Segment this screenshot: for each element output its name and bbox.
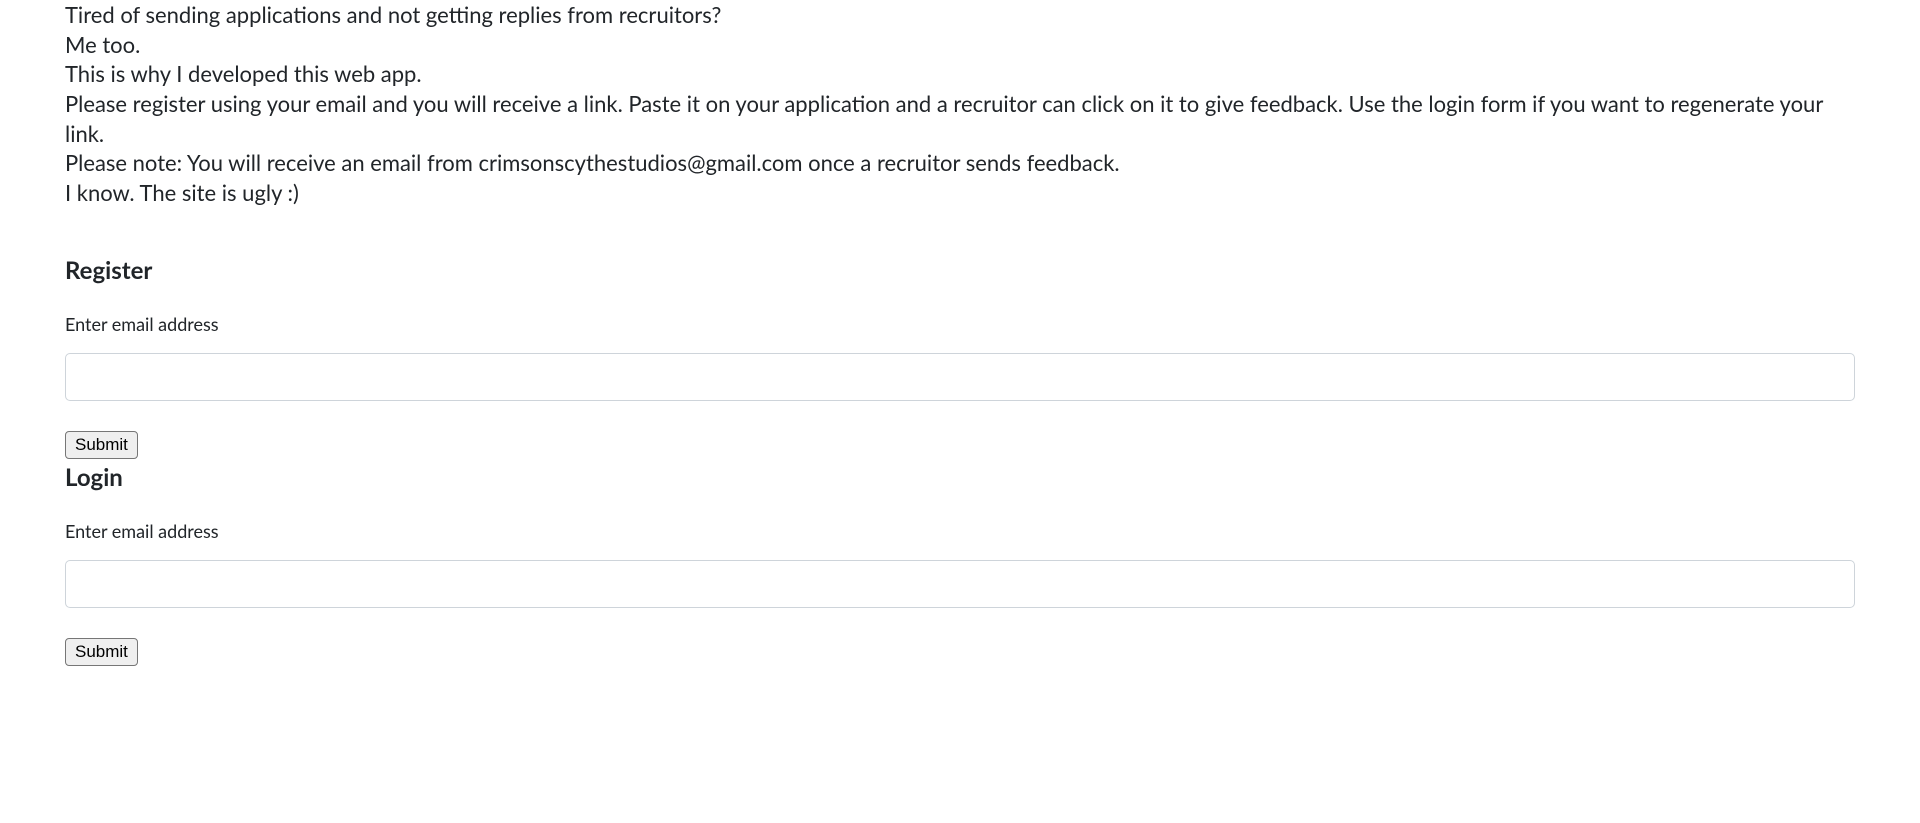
intro-line-1: Tired of sending applications and not ge… [65, 0, 1855, 30]
register-email-input[interactable] [65, 353, 1855, 401]
intro-line-2: Me too. [65, 30, 1855, 60]
register-submit-button[interactable]: Submit [65, 431, 138, 459]
intro-line-4: Please register using your email and you… [65, 89, 1855, 148]
login-heading: Login [65, 463, 1855, 492]
login-submit-button[interactable]: Submit [65, 638, 138, 666]
login-email-label: Enter email address [65, 520, 1855, 542]
register-email-label: Enter email address [65, 313, 1855, 335]
intro-line-6: I know. The site is ugly :) [65, 178, 1855, 208]
intro-text: Tired of sending applications and not ge… [65, 0, 1855, 208]
login-email-input[interactable] [65, 560, 1855, 608]
register-heading: Register [65, 256, 1855, 285]
intro-line-3: This is why I developed this web app. [65, 59, 1855, 89]
intro-line-5: Please note: You will receive an email f… [65, 148, 1855, 178]
